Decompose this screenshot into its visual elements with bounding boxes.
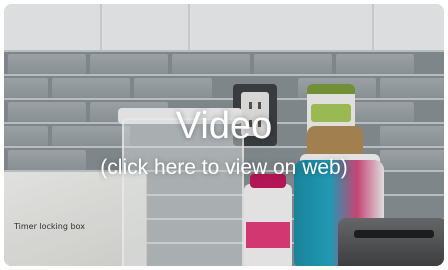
video-link[interactable]: Timer locking box Video (click here to v… (4, 4, 444, 266)
video-subtitle: (click here to view on web) (100, 156, 348, 179)
video-overlay[interactable]: Video (click here to view on web) (4, 4, 444, 266)
video-title: Video (175, 105, 273, 147)
